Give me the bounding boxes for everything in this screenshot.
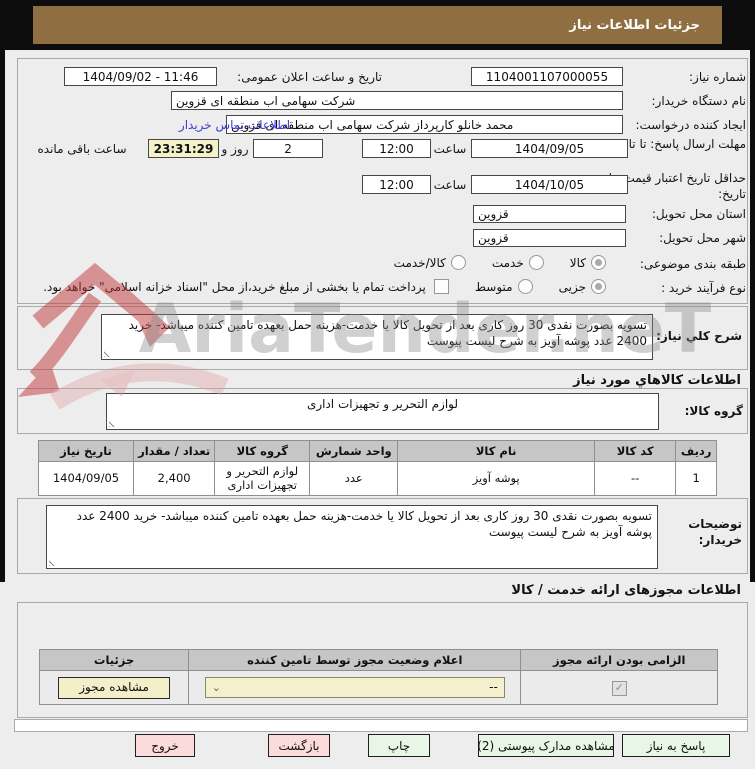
cell-row-index: 1 [675, 461, 717, 496]
radio-option-goods[interactable]: کالا [570, 255, 606, 270]
radio-label: جزیی [558, 279, 586, 294]
process-type-label: نوع فرآیند خرید : [661, 281, 746, 295]
radio-label: کالا [569, 255, 586, 270]
buyer-contact-link[interactable]: اطلاعات تماس خریدار [169, 118, 300, 132]
need-description-label: شرح کلي نیاز: [656, 329, 742, 343]
goods-table-header-row: ردیف کد کالا نام کالا واحد شمارش گروه کا… [38, 440, 717, 462]
page-title: جزئیات اطلاعات نیاز [33, 6, 722, 44]
licenses-table-header-row: الزامی بودن ارائه مجوز اعلام وضعیت مجوز … [38, 649, 718, 671]
licenses-groupbox: الزامی بودن ارائه مجوز اعلام وضعیت مجوز … [17, 602, 748, 718]
radio-option-goods-service[interactable]: کالا/خدمت [394, 255, 466, 270]
goods-table: ردیف کد کالا نام کالا واحد شمارش گروه کا… [38, 440, 717, 496]
goods-table-row: 1 -- پوشه آویز عدد لوازم التحریر و تجهیز… [38, 461, 717, 496]
cell-license-mandatory: ✓ [520, 670, 718, 705]
delivery-city-label: شهر محل تحویل: [659, 231, 746, 245]
goods-group-textarea[interactable]: لوازم التحریر و تجهیزات اداری [106, 393, 659, 430]
radio-icon[interactable] [591, 279, 606, 294]
subject-class-label: طبقه بندی موضوعی: [639, 257, 746, 271]
price-validity-time-field[interactable]: 12:00 [362, 175, 431, 194]
exit-button[interactable]: خروج [135, 734, 195, 757]
back-button[interactable]: بازگشت [268, 734, 330, 757]
col-header-quantity: تعداد / مقدار [132, 440, 216, 462]
goods-group-groupbox: گروه کالا: لوازم التحریر و تجهیزات اداری [17, 388, 748, 434]
cell-goods-group: لوازم التحریر و تجهیزات اداری [214, 461, 311, 496]
announce-datetime-label: تاریخ و ساعت اعلان عمومی: [237, 70, 382, 84]
radio-icon[interactable] [517, 279, 533, 294]
respond-to-need-button[interactable]: پاسخ به نیاز [622, 734, 730, 757]
mandatory-license-checkbox[interactable]: ✓ [611, 680, 627, 696]
window-frame-right [750, 50, 755, 582]
remaining-days-field[interactable]: 2 [253, 139, 323, 158]
goods-section-header: اطلاعات کالاهاي مورد نیاز [573, 373, 741, 388]
view-attached-documents-button[interactable]: مشاهده مدارک پیوستی (2) [477, 734, 615, 757]
licenses-section-header: اطلاعات مجوزهای ارائه خدمت / کالا [511, 583, 741, 598]
col-header-goods-code: کد کالا [593, 440, 677, 462]
radio-label: متوسط [474, 279, 513, 294]
cell-goods-code: -- [593, 461, 677, 496]
subject-class-radio-group: کالا خدمت کالا/خدمت [340, 255, 606, 270]
checkbox-icon[interactable] [433, 279, 449, 294]
need-number-label: شماره نیاز: [689, 70, 746, 84]
radio-label: خدمت [491, 255, 524, 270]
col-header-details: جزئیات [38, 649, 190, 671]
col-header-license-mandatory: الزامی بودن ارائه مجوز [520, 649, 718, 671]
buyer-notes-groupbox: توضیحات خریدار: تسویه بصورت نقدی 30 روز … [17, 498, 748, 574]
goods-group-label: گروه کالا: [684, 404, 743, 418]
col-header-goods-group: گروه کالا [214, 440, 311, 462]
need-description-groupbox: شرح کلي نیاز: تسویه بصورت نقدی 30 روز کا… [17, 306, 748, 370]
treasury-checkbox-option[interactable]: پرداخت تمام یا بخشی از مبلغ خرید،از محل … [43, 279, 449, 294]
license-status-value: -- [489, 680, 498, 694]
radio-icon[interactable] [528, 255, 544, 270]
view-license-button[interactable]: مشاهده مجوز [58, 676, 171, 699]
buyer-notes-label: توضیحات خریدار: [688, 517, 742, 547]
status-strip [14, 719, 748, 732]
radio-option-service[interactable]: خدمت [492, 255, 544, 270]
buyer-org-field[interactable]: شرکت سهامی اب منطقه ای قزوین [171, 91, 623, 110]
cell-unit: عدد [309, 461, 399, 496]
response-deadline-hour-label: ساعت [433, 142, 467, 156]
remaining-countdown-field: 23:31:29 [148, 139, 219, 158]
response-deadline-date-field[interactable]: 1404/09/05 [471, 139, 628, 158]
window-frame-left [0, 50, 5, 582]
process-type-radio-group: جزیی متوسط پرداخت تمام یا بخشی از مبلغ خ… [26, 279, 606, 294]
radio-icon[interactable] [591, 255, 606, 270]
request-creator-label: ایجاد کننده درخواست: [635, 118, 746, 132]
response-deadline-time-field[interactable]: 12:00 [362, 139, 431, 158]
treasury-checkbox-label: پرداخت تمام یا بخشی از مبلغ خرید،از محل … [43, 279, 426, 294]
buyer-org-label: نام دستگاه خریدار: [651, 94, 747, 108]
license-status-select[interactable]: -- ⌄ [204, 677, 505, 698]
cell-quantity: 2,400 [132, 461, 216, 496]
need-info-groupbox: شماره نیاز: 1104001107000055 تاریخ و ساع… [17, 58, 748, 304]
need-description-textarea[interactable]: تسویه بصورت نقدی 30 روز کاری بعد از تحوی… [101, 314, 653, 360]
radio-icon[interactable] [450, 255, 466, 270]
chevron-down-icon: ⌄ [211, 681, 221, 694]
buyer-notes-textarea[interactable]: تسویه بصورت نقدی 30 روز کاری بعد از تحوی… [46, 505, 658, 569]
price-validity-date-field[interactable]: 1404/10/05 [471, 175, 628, 194]
delivery-city-field[interactable]: قزوین [473, 229, 626, 247]
cell-license-status: -- ⌄ [188, 670, 522, 705]
need-number-field[interactable]: 1104001107000055 [471, 67, 623, 86]
cell-details: مشاهده مجوز [38, 670, 190, 705]
radio-option-medium[interactable]: متوسط [475, 279, 533, 294]
price-validity-hour-label: ساعت [433, 178, 467, 192]
radio-label: کالا/خدمت [393, 255, 446, 270]
col-header-license-status: اعلام وضعیت مجوز توسط تامین کننده [188, 649, 522, 671]
licenses-table: الزامی بودن ارائه مجوز اعلام وضعیت مجوز … [38, 649, 718, 705]
announce-datetime-field[interactable]: 11:46 - 1404/09/02 [64, 67, 217, 86]
cell-goods-name: پوشه آویز [397, 461, 595, 496]
licenses-table-row: ✓ -- ⌄ مشاهده مجوز [38, 670, 718, 705]
remaining-suffix-label: ساعت باقی مانده [37, 142, 127, 156]
delivery-province-field[interactable]: قزوین [473, 205, 626, 223]
remaining-days-label: روز و [221, 142, 249, 156]
cell-need-date: 1404/09/05 [38, 461, 134, 496]
radio-option-minor[interactable]: جزیی [559, 279, 606, 294]
col-header-need-date: تاریخ نیاز [38, 440, 134, 462]
delivery-province-label: استان محل تحویل: [651, 207, 746, 221]
col-header-unit: واحد شمارش [309, 440, 399, 462]
print-button[interactable]: چاپ [368, 734, 430, 757]
col-header-row-index: ردیف [675, 440, 717, 462]
col-header-goods-name: نام کالا [397, 440, 595, 462]
